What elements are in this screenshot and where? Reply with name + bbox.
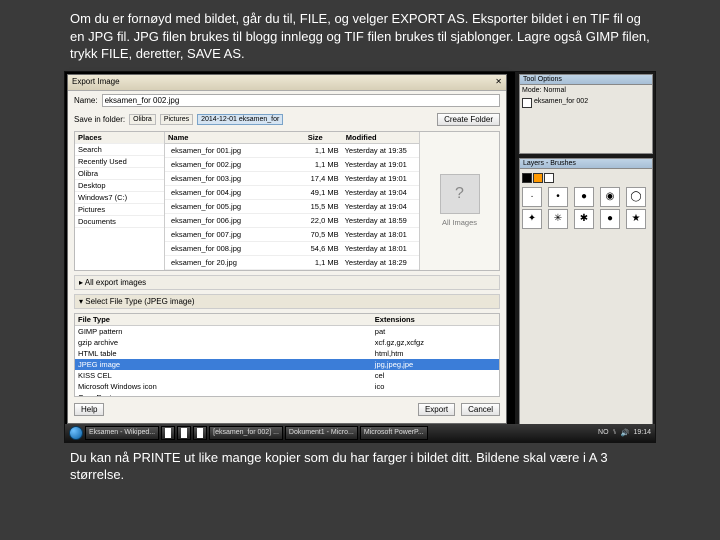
place-item[interactable]: Pictures	[75, 204, 164, 216]
brush-icon[interactable]: ◯	[626, 187, 646, 207]
taskbar-item[interactable]: [eksamen_for 002] ...	[209, 426, 283, 440]
type-row[interactable]: OpenRasterora	[75, 392, 499, 397]
help-button[interactable]: Help	[74, 403, 104, 416]
tray-volume-icon[interactable]: 🔊	[621, 429, 630, 437]
panel-title: Layers - Brushes	[520, 159, 652, 169]
export-dialog: Export Image ✕ Name: eksamen_for 002.jpg…	[67, 74, 507, 424]
col-file-type: File Type	[75, 314, 372, 325]
taskbar-item[interactable]	[193, 426, 207, 440]
file-row[interactable]: eksamen_for 005.jpg15,5 MBYesterday at 1…	[165, 200, 419, 214]
instruction-bottom: Du kan nå PRINTE ut like mange kopier so…	[0, 443, 720, 490]
file-list: Name Size Modified eksamen_for 001.jpg1,…	[165, 132, 419, 270]
brush-icon[interactable]: ✱	[574, 209, 594, 229]
gimp-panel-tool-options: Tool Options Mode: Normal eksamen_for 00…	[519, 74, 653, 154]
instruction-top: Om du er fornøyd med bildet, går du til,…	[0, 0, 720, 69]
tray-clock[interactable]: 19:14	[633, 429, 651, 436]
swatch-white[interactable]	[544, 173, 554, 183]
breadcrumb[interactable]: Pictures	[160, 114, 193, 125]
taskbar-item[interactable]: Eksamen - Wikiped...	[85, 426, 159, 440]
brush-icon[interactable]: ●	[574, 187, 594, 207]
tray-network-icon[interactable]: ⑊	[613, 429, 617, 436]
breadcrumb[interactable]: 2014-12-01 eksamen_for	[197, 114, 283, 125]
type-row[interactable]: Microsoft Windows iconico	[75, 381, 499, 392]
filename-input[interactable]: eksamen_for 002.jpg	[102, 94, 500, 107]
type-row[interactable]: gzip archivexcf.gz,gz,xcfgz	[75, 337, 499, 348]
save-in-label: Save in folder:	[74, 115, 125, 124]
place-item[interactable]: Documents	[75, 216, 164, 228]
file-row[interactable]: eksamen_for 004.jpg49,1 MBYesterday at 1…	[165, 186, 419, 200]
brush-icon[interactable]: ·	[522, 187, 542, 207]
windows-taskbar: Eksamen - Wikiped... [eksamen_for 002] .…	[65, 424, 655, 442]
brush-icon[interactable]: ✦	[522, 209, 542, 229]
brush-icon[interactable]: •	[548, 187, 568, 207]
taskbar-item[interactable]	[161, 426, 175, 440]
place-item[interactable]: Olibra	[75, 168, 164, 180]
taskbar-item[interactable]: Dokument1 - Micro...	[285, 426, 358, 440]
file-type-list: File Type Extensions GIMP patternpat gzi…	[74, 313, 500, 397]
place-item[interactable]: Desktop	[75, 180, 164, 192]
preview-label: All Images	[442, 218, 477, 227]
all-export-images-expander[interactable]: ▸ All export images	[74, 275, 500, 290]
places-header: Places	[75, 132, 164, 144]
type-row[interactable]: HTML tablehtml,htm	[75, 348, 499, 359]
col-size[interactable]: Size	[305, 132, 343, 143]
brush-icon[interactable]: ●	[600, 209, 620, 229]
brush-icon[interactable]: ✳	[548, 209, 568, 229]
col-name[interactable]: Name	[165, 132, 305, 143]
place-item[interactable]: Recently Used	[75, 156, 164, 168]
type-row[interactable]: GIMP patternpat	[75, 326, 499, 337]
panel-title: Tool Options	[520, 75, 652, 85]
breadcrumb[interactable]: Olibra	[129, 114, 156, 125]
file-row[interactable]: eksamen_for 007.jpg70,5 MBYesterday at 1…	[165, 228, 419, 242]
name-label: Name:	[74, 96, 98, 105]
brush-icon[interactable]: ★	[626, 209, 646, 229]
file-row[interactable]: eksamen_for 006.jpg22,0 MBYesterday at 1…	[165, 214, 419, 228]
swatch-black[interactable]	[522, 173, 532, 183]
mode-label: Mode: Normal	[522, 87, 650, 94]
screenshot-area: Tool Options Mode: Normal eksamen_for 00…	[64, 71, 656, 443]
type-row-selected[interactable]: JPEG imagejpg,jpeg,jpe	[75, 359, 499, 370]
places-pane: Places Search Recently Used Olibra Deskt…	[75, 132, 165, 270]
gimp-panel-layers-brushes: Layers - Brushes · • ● ◉ ◯ ✦ ✳ ✱ ●	[519, 158, 653, 426]
file-row[interactable]: eksamen_for 002.jpg1,1 MBYesterday at 19…	[165, 158, 419, 172]
preview-pane: All Images	[419, 132, 499, 270]
app-icon	[197, 428, 203, 438]
swatch-orange[interactable]	[533, 173, 543, 183]
brush-icon[interactable]: ◉	[600, 187, 620, 207]
app-icon	[165, 428, 171, 438]
file-row[interactable]: eksamen_for 003.jpg17,4 MBYesterday at 1…	[165, 172, 419, 186]
tray-lang[interactable]: NO	[598, 429, 609, 436]
place-item[interactable]: Search	[75, 144, 164, 156]
preview-question-icon	[440, 174, 480, 214]
brush-grid: · • ● ◉ ◯ ✦ ✳ ✱ ● ★	[522, 187, 650, 229]
dialog-title: Export Image	[72, 77, 120, 88]
file-row[interactable]: eksamen_for 20.jpg1,1 MBYesterday at 18:…	[165, 256, 419, 270]
export-button[interactable]: Export	[418, 403, 455, 416]
app-icon	[181, 428, 187, 438]
start-orb-icon[interactable]	[69, 426, 83, 440]
taskbar-item[interactable]	[177, 426, 191, 440]
file-row[interactable]: eksamen_for 008.jpg54,6 MBYesterday at 1…	[165, 242, 419, 256]
close-icon[interactable]: ✕	[495, 77, 502, 88]
layer-thumb-icon	[522, 98, 532, 108]
file-row[interactable]: eksamen_for 001.jpg1,1 MBYesterday at 19…	[165, 144, 419, 158]
col-extensions: Extensions	[372, 314, 499, 325]
select-file-type-expander[interactable]: ▾ Select File Type (JPEG image)	[74, 294, 500, 309]
cancel-button[interactable]: Cancel	[461, 403, 500, 416]
col-modified[interactable]: Modified	[343, 132, 419, 143]
taskbar-item[interactable]: Microsoft PowerP...	[360, 426, 428, 440]
layer-name: eksamen_for 002	[534, 98, 588, 108]
create-folder-button[interactable]: Create Folder	[437, 113, 500, 126]
type-row[interactable]: KISS CELcel	[75, 370, 499, 381]
place-item[interactable]: Windows7 (C:)	[75, 192, 164, 204]
